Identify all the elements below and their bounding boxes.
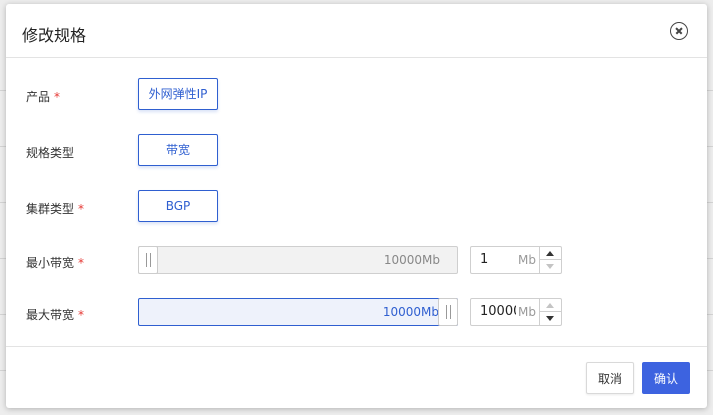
min-bandwidth-value[interactable]: 1: [480, 252, 516, 267]
confirm-button[interactable]: 确认: [642, 362, 690, 394]
cluster-type-label: 集群类型 *: [26, 202, 85, 216]
decrement-button[interactable]: [540, 312, 561, 325]
product-label: 产品 *: [26, 90, 61, 104]
cluster-type-option-bgp[interactable]: BGP: [138, 190, 218, 222]
max-bandwidth-slider[interactable]: 10000Mb: [138, 298, 458, 326]
cancel-button[interactable]: 取消: [586, 362, 634, 394]
chevron-down-icon: [546, 316, 554, 321]
increment-button[interactable]: [540, 299, 561, 312]
required-mark: *: [54, 90, 61, 104]
spec-type-option-bandwidth[interactable]: 带宽: [138, 134, 218, 166]
chevron-up-icon: [546, 303, 554, 308]
footer-divider: [6, 346, 707, 347]
max-bandwidth-label: 最大带宽 *: [26, 308, 85, 322]
slider-handle[interactable]: [138, 246, 158, 274]
min-bandwidth-label: 最小带宽 *: [26, 256, 85, 270]
required-mark: *: [78, 202, 85, 216]
chevron-down-icon: [546, 264, 554, 269]
modify-spec-dialog: 修改规格 产品 * 外网弹性IP 规格类型 带宽 集群类型 * BGP 最小带宽 * …: [6, 4, 707, 408]
number-spinner: [539, 299, 561, 325]
chevron-up-icon: [546, 251, 554, 256]
max-bandwidth-value[interactable]: 10000: [480, 304, 516, 319]
required-mark: *: [78, 308, 85, 322]
slider-handle[interactable]: [438, 298, 458, 326]
slider-max-text: 10000Mb: [383, 253, 440, 267]
unit-label: Mb: [518, 253, 536, 267]
max-bandwidth-input[interactable]: 10000 Mb: [470, 298, 562, 326]
min-bandwidth-slider[interactable]: 10000Mb: [138, 246, 458, 274]
dialog-header: 修改规格: [6, 4, 707, 58]
required-mark: *: [78, 256, 85, 270]
decrement-button[interactable]: [540, 260, 561, 273]
close-icon[interactable]: [670, 22, 688, 40]
spec-type-label: 规格类型: [26, 146, 75, 160]
min-bandwidth-input[interactable]: 1 Mb: [470, 246, 562, 274]
number-spinner: [539, 247, 561, 273]
unit-label: Mb: [518, 305, 536, 319]
product-option-eip[interactable]: 外网弹性IP: [138, 78, 218, 110]
increment-button[interactable]: [540, 247, 561, 260]
dialog-title: 修改规格: [22, 26, 87, 45]
slider-max-text: 10000Mb: [382, 305, 439, 319]
